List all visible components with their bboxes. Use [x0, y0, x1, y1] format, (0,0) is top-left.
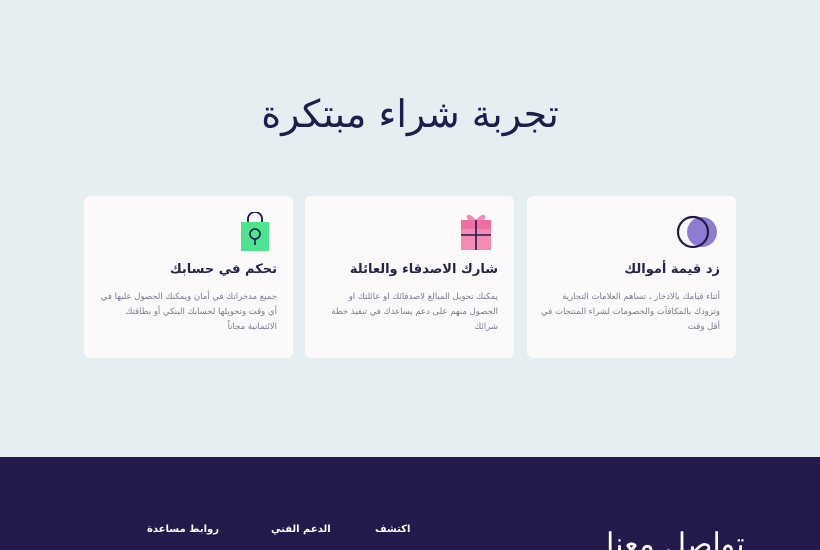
- features-cards: زد قيمة أموالك أثناء قيامك بالادخار ، تس…: [84, 196, 736, 358]
- shopping-bag-icon: [241, 212, 269, 251]
- card-description: أثناء قيامك بالادخار ، تساهم العلامات ال…: [541, 292, 720, 332]
- footer-column-discover[interactable]: اكتشف: [375, 524, 410, 535]
- footer: تواصل معنا اكتشف الدعم الفني روابط مساعد…: [0, 457, 820, 550]
- card-description: جميع مدخراتك في أمان ويمكنك الحصول عليها…: [100, 292, 277, 332]
- card-title: تحكم في حسابك: [169, 262, 277, 277]
- feature-card-account-control: تحكم في حسابك جميع مدخراتك في أمان ويمكن…: [84, 196, 293, 358]
- hero-title: تجربة شراء مبتكرة: [261, 92, 559, 136]
- footer-column-help-links[interactable]: روابط مساعدة: [147, 524, 219, 535]
- card-title: زد قيمة أموالك: [624, 262, 720, 277]
- footer-contact-title: تواصل معنا: [606, 527, 745, 550]
- footer-column-support[interactable]: الدعم الفني: [271, 524, 331, 535]
- feature-card-share: شارك الاصدقاء والعائلة يمكنك تحويل المبا…: [305, 196, 514, 358]
- gift-icon: [461, 214, 491, 250]
- card-description: يمكنك تحويل المبالغ لاصدقائك او عائلتك ا…: [331, 292, 498, 332]
- circles-icon: [676, 215, 717, 249]
- card-title: شارك الاصدقاء والعائلة: [349, 262, 498, 277]
- feature-card-money-value: زد قيمة أموالك أثناء قيامك بالادخار ، تس…: [527, 196, 736, 358]
